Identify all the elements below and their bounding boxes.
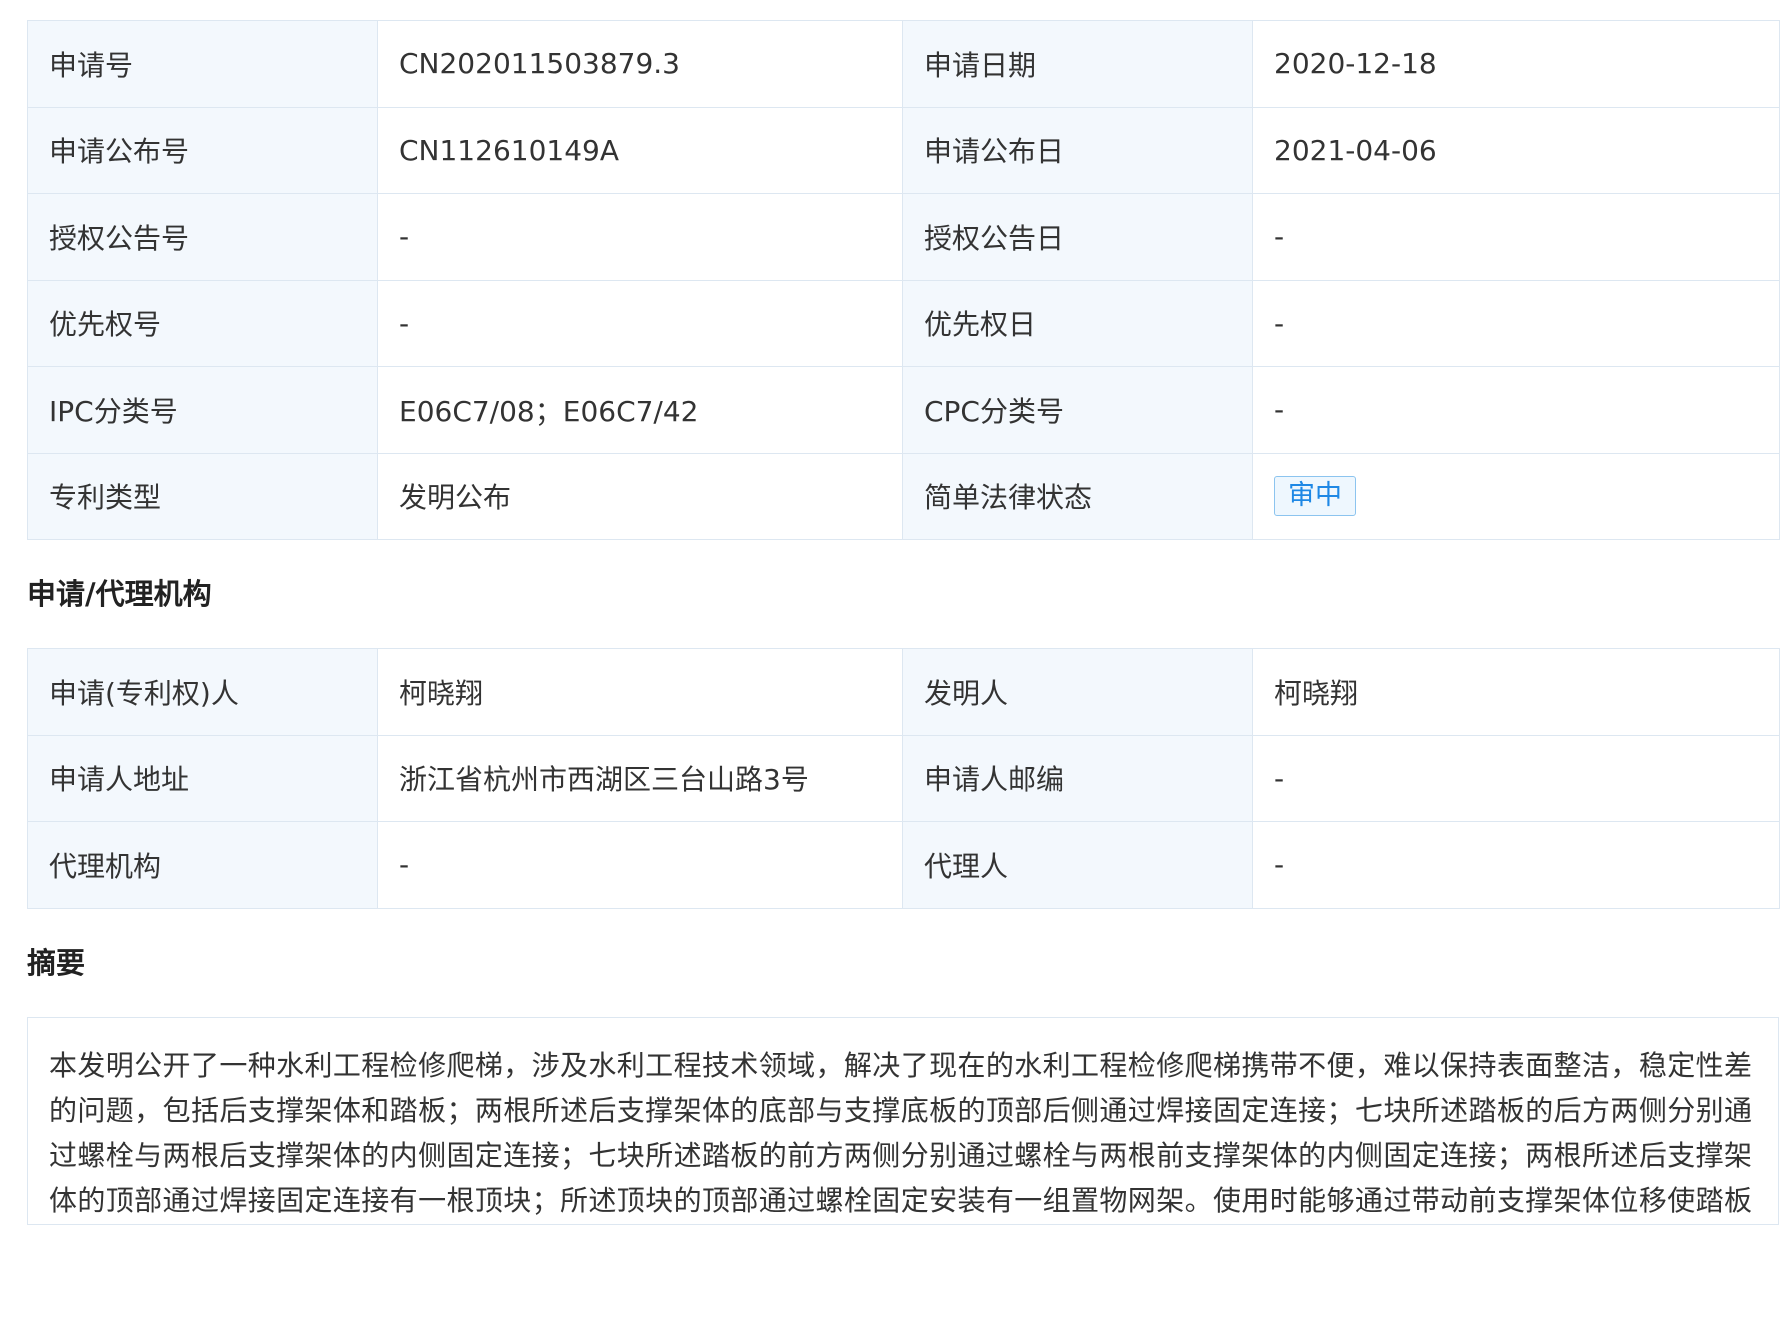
agency-section-title: 申请/代理机构 [27,577,212,611]
publication-number-value: CN112610149A [377,106,903,194]
agency-value: - [377,821,903,909]
application-date-value: 2020-12-18 [1252,20,1780,108]
table-row: 申请(专利权)人 柯晓翔 发明人 柯晓翔 [27,648,1780,736]
legal-status-cell: 审中 [1252,452,1780,540]
applicant-address-label: 申请人地址 [27,734,378,822]
ipc-class-label: IPC分类号 [27,366,378,454]
cpc-class-value: - [1252,366,1780,454]
table-row: IPC分类号 E06C7/08；E06C7/42 CPC分类号 - [27,366,1780,454]
cpc-class-label: CPC分类号 [902,366,1253,454]
priority-date-label: 优先权日 [902,279,1253,367]
applicant-address-value: 浙江省杭州市西湖区三台山路3号 [377,734,903,822]
priority-number-label: 优先权号 [27,279,378,367]
priority-number-value: - [377,279,903,367]
table-row: 申请号 CN202011503879.3 申请日期 2020-12-18 [27,20,1780,108]
applicant-postcode-value: - [1252,734,1780,822]
patent-type-label: 专利类型 [27,452,378,540]
abstract-section-title: 摘要 [27,945,86,980]
table-row: 代理机构 - 代理人 - [27,821,1780,909]
grant-date-label: 授权公告日 [902,193,1253,281]
agency-info-table: 申请(专利权)人 柯晓翔 发明人 柯晓翔 申请人地址 浙江省杭州市西湖区三台山路… [27,648,1780,909]
table-row: 专利类型 发明公布 简单法律状态 审中 [27,452,1780,540]
agent-label: 代理人 [902,821,1253,909]
legal-status-label: 简单法律状态 [902,452,1253,540]
applicant-label: 申请(专利权)人 [27,648,378,736]
application-number-label: 申请号 [27,20,378,108]
priority-date-value: - [1252,279,1780,367]
applicant-value: 柯晓翔 [377,648,903,736]
agent-value: - [1252,821,1780,909]
application-number-value: CN202011503879.3 [377,20,903,108]
abstract-text: 本发明公开了一种水利工程检修爬梯，涉及水利工程技术领域，解决了现在的水利工程检修… [27,1016,1779,1225]
basic-info-table: 申请号 CN202011503879.3 申请日期 2020-12-18 申请公… [27,20,1780,540]
table-row: 申请人地址 浙江省杭州市西湖区三台山路3号 申请人邮编 - [27,734,1780,822]
grant-date-value: - [1252,193,1780,281]
inventor-value: 柯晓翔 [1252,648,1780,736]
application-date-label: 申请日期 [902,20,1253,108]
ipc-class-value: E06C7/08；E06C7/42 [377,366,903,454]
table-row: 授权公告号 - 授权公告日 - [27,193,1780,281]
table-row: 申请公布号 CN112610149A 申请公布日 2021-04-06 [27,106,1780,194]
publication-date-value: 2021-04-06 [1252,106,1780,194]
publication-number-label: 申请公布号 [27,106,378,194]
table-row: 优先权号 - 优先权日 - [27,279,1780,367]
grant-number-value: - [377,193,903,281]
publication-date-label: 申请公布日 [902,106,1253,194]
inventor-label: 发明人 [902,648,1253,736]
grant-number-label: 授权公告号 [27,193,378,281]
patent-type-value: 发明公布 [377,452,903,540]
patent-detail-page: 申请号 CN202011503879.3 申请日期 2020-12-18 申请公… [27,20,1780,1225]
status-badge: 审中 [1274,476,1356,517]
applicant-postcode-label: 申请人邮编 [902,734,1253,822]
agency-label: 代理机构 [27,821,378,909]
